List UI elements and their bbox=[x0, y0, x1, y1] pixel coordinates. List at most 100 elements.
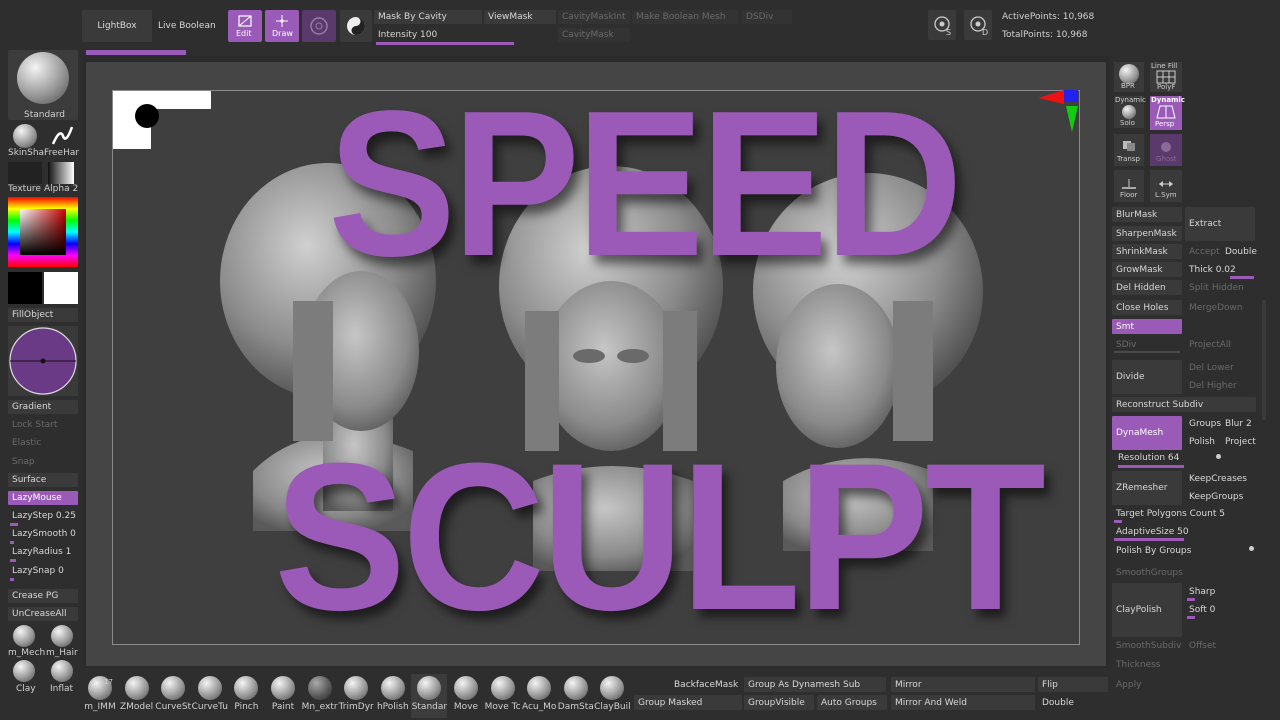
view-mask-button[interactable]: ViewMask bbox=[484, 10, 556, 24]
brush-clay[interactable]: Clay bbox=[6, 660, 42, 694]
resolution-slider[interactable]: Resolution 64 bbox=[1114, 451, 1224, 465]
color-picker[interactable] bbox=[8, 197, 78, 267]
del-hidden-button[interactable]: Del Hidden bbox=[1112, 280, 1182, 295]
smt-button[interactable]: Smt bbox=[1112, 319, 1182, 334]
mask-by-cavity-button[interactable]: Mask By Cavity bbox=[374, 10, 482, 24]
lazy-mouse-button[interactable]: LazyMouse bbox=[8, 491, 78, 505]
smooth-groups-button[interactable]: SmoothGroups bbox=[1112, 565, 1192, 580]
lock-start-button[interactable]: Lock Start bbox=[8, 418, 78, 432]
thickness-slider[interactable]: Thickness bbox=[1112, 657, 1186, 672]
intensity-slider[interactable]: Intensity 100 bbox=[374, 28, 524, 42]
group-masked-button[interactable]: Group Masked bbox=[634, 695, 742, 710]
polish-button[interactable]: Polish bbox=[1185, 434, 1221, 449]
blur-slider[interactable]: Blur 2 bbox=[1221, 416, 1257, 431]
del-lower-button[interactable]: Del Lower bbox=[1185, 360, 1255, 375]
bottom-brush-item[interactable]: Mn_extr bbox=[302, 674, 338, 718]
material-button[interactable] bbox=[340, 10, 372, 42]
zremesher-button[interactable]: ZRemesher bbox=[1112, 471, 1182, 505]
bottom-brush-item[interactable]: TrimDyr bbox=[338, 674, 374, 718]
backface-mask-button[interactable]: BackfaceMask bbox=[670, 677, 742, 692]
scale-d-button[interactable]: D bbox=[964, 10, 992, 40]
target-polygons-slider[interactable]: Target Polygons Count 5 bbox=[1112, 506, 1256, 521]
mirror-button[interactable]: Mirror bbox=[891, 677, 1035, 692]
accept-button[interactable]: Accept bbox=[1185, 244, 1221, 259]
brush-selector[interactable]: Standard bbox=[8, 50, 78, 120]
smooth-subdiv-slider[interactable]: SmoothSubdiv bbox=[1112, 638, 1186, 653]
surface-button[interactable]: Surface bbox=[8, 473, 78, 487]
apply-button[interactable]: Apply bbox=[1112, 677, 1182, 692]
live-boolean-button[interactable]: Live Boolean bbox=[154, 10, 224, 42]
auto-groups-button[interactable]: Auto Groups bbox=[817, 695, 887, 710]
split-hidden-button[interactable]: Split Hidden bbox=[1185, 280, 1255, 295]
del-higher-button[interactable]: Del Higher bbox=[1185, 378, 1255, 393]
lazy-step-slider[interactable]: LazyStep 0.25 bbox=[8, 509, 78, 523]
polyf-button[interactable]: Line Fill PolyF bbox=[1150, 62, 1182, 92]
polish-by-groups-slider[interactable]: Polish By Groups bbox=[1112, 543, 1256, 558]
main-color-swatch[interactable] bbox=[44, 272, 78, 304]
group-as-dynamesh-button[interactable]: Group As Dynamesh Sub bbox=[744, 677, 886, 692]
double-sided-button[interactable]: Double bbox=[1038, 695, 1108, 710]
bottom-brush-item[interactable]: DamSta bbox=[558, 674, 594, 718]
floor-button[interactable]: Floor bbox=[1114, 170, 1144, 202]
lightbox-button[interactable]: LightBox bbox=[82, 10, 152, 42]
offset-slider[interactable]: Offset bbox=[1185, 638, 1255, 653]
persp-button[interactable]: Dynamic Persp bbox=[1150, 96, 1185, 130]
blur-mask-button[interactable]: BlurMask bbox=[1112, 207, 1182, 222]
lazy-snap-slider[interactable]: LazySnap 0 bbox=[8, 564, 78, 578]
bottom-brush-item[interactable]: Acu_Mo bbox=[521, 674, 557, 718]
gradient-button[interactable]: Gradient bbox=[8, 400, 78, 414]
bottom-brush-item[interactable]: Move Tc bbox=[485, 674, 521, 718]
lsym-button[interactable]: L.Sym bbox=[1150, 170, 1182, 202]
double-button[interactable]: Double bbox=[1221, 244, 1259, 259]
bottom-brush-item[interactable]: Paint bbox=[265, 674, 301, 718]
extract-button[interactable]: Extract bbox=[1185, 207, 1255, 241]
keep-creases-button[interactable]: KeepCreases bbox=[1185, 471, 1257, 486]
brush-m-mech[interactable]: m_Mech bbox=[6, 625, 45, 659]
elastic-button[interactable]: Elastic bbox=[8, 436, 78, 450]
adaptive-size-slider[interactable]: AdaptiveSize 50 bbox=[1112, 524, 1256, 539]
merge-down-button[interactable]: MergeDown bbox=[1185, 300, 1255, 315]
lazy-smooth-slider[interactable]: LazySmooth 0 bbox=[8, 527, 78, 541]
stroke-selector[interactable]: SkinSha bbox=[8, 124, 44, 158]
alpha-selector[interactable]: Alpha 2 bbox=[44, 162, 80, 194]
freehand-selector[interactable]: FreeHar bbox=[44, 124, 80, 158]
grow-mask-button[interactable]: GrowMask bbox=[1112, 262, 1182, 277]
sdiv-slider[interactable]: SDiv bbox=[1112, 337, 1182, 352]
make-boolean-mesh-button[interactable]: Make Boolean Mesh bbox=[632, 10, 738, 24]
move-mode-button[interactable] bbox=[302, 10, 336, 42]
shrink-mask-button[interactable]: ShrinkMask bbox=[1112, 244, 1182, 259]
ghost-button[interactable]: Ghost bbox=[1150, 134, 1182, 166]
bottom-brush-item[interactable]: CurveTu bbox=[192, 674, 228, 718]
brush-m-hair[interactable]: m_Hair bbox=[44, 625, 80, 659]
bottom-brush-item[interactable]: hPolish bbox=[375, 674, 411, 718]
close-holes-button[interactable]: Close Holes bbox=[1112, 300, 1182, 315]
group-visible-button[interactable]: GroupVisible bbox=[744, 695, 814, 710]
dynamesh-button[interactable]: DynaMesh bbox=[1112, 416, 1182, 450]
thick-slider[interactable]: Thick 0.02 bbox=[1185, 262, 1255, 277]
dsdiv-button[interactable]: DSDiv bbox=[742, 10, 792, 24]
project-all-button[interactable]: ProjectAll bbox=[1185, 337, 1255, 352]
bottom-brush-item[interactable]: CurveSt bbox=[155, 674, 191, 718]
bottom-brush-item[interactable]: ClayBuil bbox=[594, 674, 631, 718]
uncrease-all-button[interactable]: UnCreaseAll bbox=[8, 607, 78, 621]
cavity-mask-button[interactable]: CavityMask bbox=[558, 28, 630, 42]
cavity-mask-int-button[interactable]: CavityMaskInt bbox=[558, 10, 630, 24]
lazy-radius-slider[interactable]: LazyRadius 1 bbox=[8, 545, 78, 559]
sharp-slider[interactable]: Sharp bbox=[1185, 584, 1255, 599]
fill-object-button[interactable]: FillObject bbox=[8, 308, 78, 322]
saturation-square[interactable] bbox=[20, 209, 66, 255]
clay-polish-button[interactable]: ClayPolish bbox=[1112, 583, 1182, 637]
texture-selector[interactable]: Texture bbox=[8, 162, 42, 194]
bottom-brush-item[interactable]: ZModel bbox=[119, 674, 155, 718]
secondary-color-swatch[interactable] bbox=[8, 272, 42, 304]
divide-button[interactable]: Divide bbox=[1112, 360, 1182, 394]
flip-button[interactable]: Flip bbox=[1038, 677, 1108, 692]
bottom-brush-item[interactable]: Move bbox=[448, 674, 484, 718]
bpr-button[interactable]: BPR bbox=[1114, 62, 1144, 92]
reconstruct-subdiv-button[interactable]: Reconstruct Subdiv bbox=[1112, 397, 1256, 412]
draw-button[interactable]: Draw bbox=[265, 10, 299, 42]
bottom-brush-item[interactable]: Pinch bbox=[228, 674, 264, 718]
transp-button[interactable]: Transp bbox=[1114, 134, 1144, 166]
solo-button[interactable]: Dynamic Solo bbox=[1114, 96, 1146, 128]
soft-slider[interactable]: Soft 0 bbox=[1185, 602, 1255, 617]
